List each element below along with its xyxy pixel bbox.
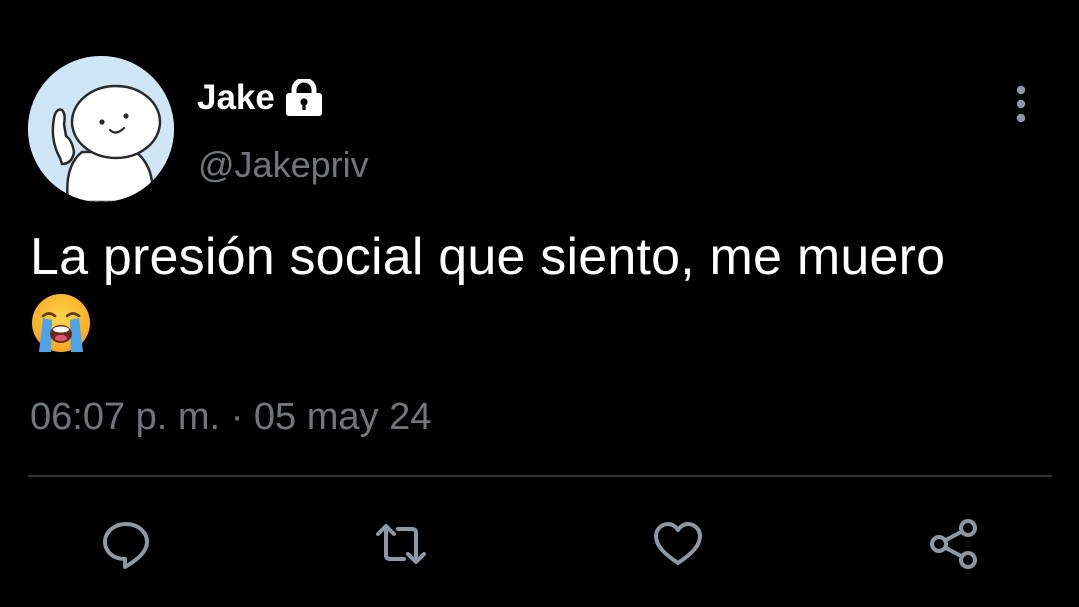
meta-separator: · <box>230 396 244 438</box>
display-name[interactable]: Jake <box>197 76 275 120</box>
divider <box>28 475 1052 477</box>
share-icon <box>930 519 977 569</box>
like-button[interactable] <box>650 516 706 572</box>
tweet-timestamp[interactable]: 06:07 p. m. · 05 may 24 <box>30 394 431 440</box>
heart-icon <box>654 522 702 565</box>
cartoon-character-avatar-icon <box>28 56 174 202</box>
tweet-date: 05 may 24 <box>253 396 432 438</box>
reply-icon <box>103 522 149 569</box>
tweet-time: 06:07 p. m. <box>30 396 221 438</box>
more-options-button[interactable] <box>1002 82 1040 126</box>
author-name-row[interactable]: Jake <box>197 76 325 120</box>
share-button[interactable] <box>926 516 982 572</box>
avatar[interactable] <box>28 56 174 202</box>
tweet-text: La presión social que siento, me muero <box>30 228 946 286</box>
retweet-icon <box>376 524 426 564</box>
loudly-crying-face-emoji-icon <box>30 292 92 354</box>
author-handle[interactable]: @Jakepriv <box>198 142 369 188</box>
reply-button[interactable] <box>98 516 154 572</box>
more-vertical-icon <box>1016 85 1026 123</box>
retweet-button[interactable] <box>373 516 429 572</box>
lock-icon <box>283 77 325 117</box>
